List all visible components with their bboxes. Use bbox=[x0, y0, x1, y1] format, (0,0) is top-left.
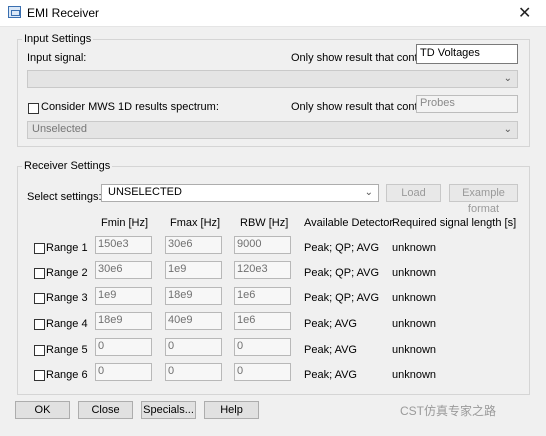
range-checkbox[interactable] bbox=[34, 345, 45, 356]
filter-label: Only show result that contain: bbox=[291, 52, 436, 64]
close-icon[interactable]: ✕ bbox=[518, 3, 531, 23]
rbw-field[interactable]: 1e6 bbox=[234, 312, 291, 330]
filter-input[interactable]: TD Voltages bbox=[416, 44, 518, 64]
fmax-field[interactable]: 30e6 bbox=[165, 236, 222, 254]
example-format-button[interactable]: Example format bbox=[449, 184, 518, 215]
length-value: unknown bbox=[392, 267, 437, 279]
fmax-field[interactable]: 18e9 bbox=[165, 287, 222, 305]
app-window-icon bbox=[8, 6, 21, 18]
watermark-text: CST仿真专家之路 bbox=[400, 404, 497, 418]
rbw-field[interactable]: 120e3 bbox=[234, 261, 291, 279]
fmin-field[interactable]: 0 bbox=[95, 338, 152, 356]
chevron-down-icon: ⌄ bbox=[364, 187, 373, 198]
specials-button[interactable]: Specials... bbox=[141, 401, 196, 419]
range-label: Range 6 bbox=[46, 369, 88, 381]
length-value: unknown bbox=[392, 318, 437, 330]
rbw-header: RBW [Hz] bbox=[240, 217, 289, 229]
detector-value: Peak; AVG bbox=[304, 318, 357, 330]
fmax-field[interactable]: 1e9 bbox=[165, 261, 222, 279]
window-title: EMI Receiver bbox=[27, 6, 100, 20]
length-header: Required signal length [s] bbox=[392, 217, 517, 229]
select-settings-label: Select settings: bbox=[27, 191, 102, 203]
ok-button[interactable]: OK bbox=[15, 401, 70, 419]
length-value: unknown bbox=[392, 242, 437, 254]
detector-value: Peak; QP; AVG bbox=[304, 267, 379, 279]
fmax-field[interactable]: 0 bbox=[165, 363, 222, 381]
fmax-field[interactable]: 40e9 bbox=[165, 312, 222, 330]
range-checkbox[interactable] bbox=[34, 370, 45, 381]
spectrum-combo[interactable]: Unselected ⌄ bbox=[27, 121, 518, 139]
select-settings-value: UNSELECTED bbox=[108, 186, 182, 198]
input-signal-label: Input signal: bbox=[27, 52, 87, 64]
fmin-field[interactable]: 0 bbox=[95, 363, 152, 381]
fmin-field[interactable]: 30e6 bbox=[95, 261, 152, 279]
input-settings-legend: Input Settings bbox=[24, 33, 92, 45]
detector-value: Peak; QP; AVG bbox=[304, 292, 379, 304]
fmax-field[interactable]: 0 bbox=[165, 338, 222, 356]
filter2-label: Only show result that contain: bbox=[291, 101, 436, 113]
range-label: Range 1 bbox=[46, 242, 88, 254]
help-button[interactable]: Help bbox=[204, 401, 259, 419]
fmin-field[interactable]: 1e9 bbox=[95, 287, 152, 305]
detector-value: Peak; AVG bbox=[304, 369, 357, 381]
close-button[interactable]: Close bbox=[78, 401, 133, 419]
range-checkbox[interactable] bbox=[34, 319, 45, 330]
length-value: unknown bbox=[392, 369, 437, 381]
length-value: unknown bbox=[392, 292, 437, 304]
range-checkbox[interactable] bbox=[34, 293, 45, 304]
fmin-field[interactable]: 18e9 bbox=[95, 312, 152, 330]
filter2-input[interactable]: Probes bbox=[416, 95, 518, 113]
rbw-field[interactable]: 9000 bbox=[234, 236, 291, 254]
spectrum-value: Unselected bbox=[32, 123, 88, 135]
consider-spectrum-checkbox[interactable] bbox=[28, 103, 39, 114]
range-checkbox[interactable] bbox=[34, 268, 45, 279]
range-label: Range 3 bbox=[46, 292, 88, 304]
detector-value: Peak; QP; AVG bbox=[304, 242, 379, 254]
input-signal-combo[interactable]: ⌄ bbox=[27, 70, 518, 88]
length-value: unknown bbox=[392, 344, 437, 356]
detector-value: Peak; AVG bbox=[304, 344, 357, 356]
fmin-header: Fmin [Hz] bbox=[101, 217, 149, 229]
detector-header: Available Detector bbox=[304, 217, 394, 229]
range-label: Range 4 bbox=[46, 318, 88, 330]
range-label: Range 5 bbox=[46, 344, 88, 356]
receiver-settings-legend: Receiver Settings bbox=[24, 160, 111, 172]
fmax-header: Fmax [Hz] bbox=[170, 217, 221, 229]
chevron-down-icon: ⌄ bbox=[503, 73, 512, 84]
rbw-field[interactable]: 1e6 bbox=[234, 287, 291, 305]
rbw-field[interactable]: 0 bbox=[234, 363, 291, 381]
range-checkbox[interactable] bbox=[34, 243, 45, 254]
select-settings-combo[interactable]: UNSELECTED ⌄ bbox=[101, 184, 379, 202]
load-button[interactable]: Load bbox=[386, 184, 441, 202]
rbw-field[interactable]: 0 bbox=[234, 338, 291, 356]
consider-spectrum-label: Consider MWS 1D results spectrum: bbox=[41, 101, 219, 113]
range-label: Range 2 bbox=[46, 267, 88, 279]
fmin-field[interactable]: 150e3 bbox=[95, 236, 152, 254]
chevron-down-icon: ⌄ bbox=[503, 124, 512, 135]
